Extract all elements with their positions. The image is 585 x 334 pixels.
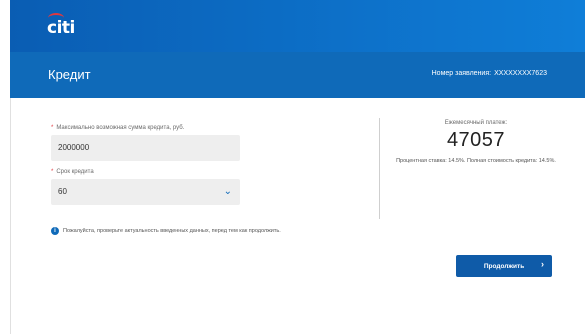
amount-label-text: Максимально возможная сумма кредита, руб… — [56, 125, 185, 131]
info-icon: i — [51, 227, 59, 235]
info-note-text: Пожалуйста, проверьте актуальность введе… — [63, 228, 281, 234]
page-title: Кредит — [48, 67, 91, 82]
application-number: Номер заявления: XXXXXXXX7623 — [432, 70, 547, 77]
chevron-down-icon: ⌄ — [223, 186, 232, 197]
chevron-right-icon: › — [541, 259, 544, 269]
term-select[interactable]: 60 ⌄ — [51, 179, 240, 205]
citi-logo[interactable]: citi — [47, 18, 75, 38]
payment-summary: Ежемесячный платеж: 47057 Процентная ста… — [391, 120, 561, 165]
amount-input[interactable]: 2000000 — [51, 135, 240, 161]
amount-label: * Максимально возможная сумма кредита, ру… — [51, 125, 184, 131]
vertical-divider — [379, 118, 380, 219]
info-note: i Пожалуйста, проверьте актуальность вве… — [51, 227, 281, 235]
application-number-value: XXXXXXXX7623 — [494, 70, 547, 77]
monthly-payment-label: Ежемесячный платеж: — [444, 120, 508, 126]
monthly-payment-value: 47057 — [446, 129, 506, 151]
page-header: Кредит Номер заявления: XXXXXXXX7623 — [10, 52, 585, 98]
term-label-text: Срок кредита — [56, 169, 94, 175]
application-number-label: Номер заявления: — [431, 70, 492, 77]
top-bar: citi — [10, 0, 585, 52]
term-select-value: 60 — [58, 187, 67, 196]
term-label: * Срок кредита — [51, 169, 94, 175]
main-content: * Максимально возможная сумма кредита, ру… — [10, 98, 585, 334]
required-marker: * — [51, 125, 54, 131]
required-marker: * — [51, 169, 54, 175]
continue-button[interactable]: Продолжить › — [456, 255, 552, 277]
continue-button-label: Продолжить — [483, 262, 525, 270]
interest-rate-text: Процентная ставка: 14.5%. Полная стоимос… — [396, 158, 556, 164]
